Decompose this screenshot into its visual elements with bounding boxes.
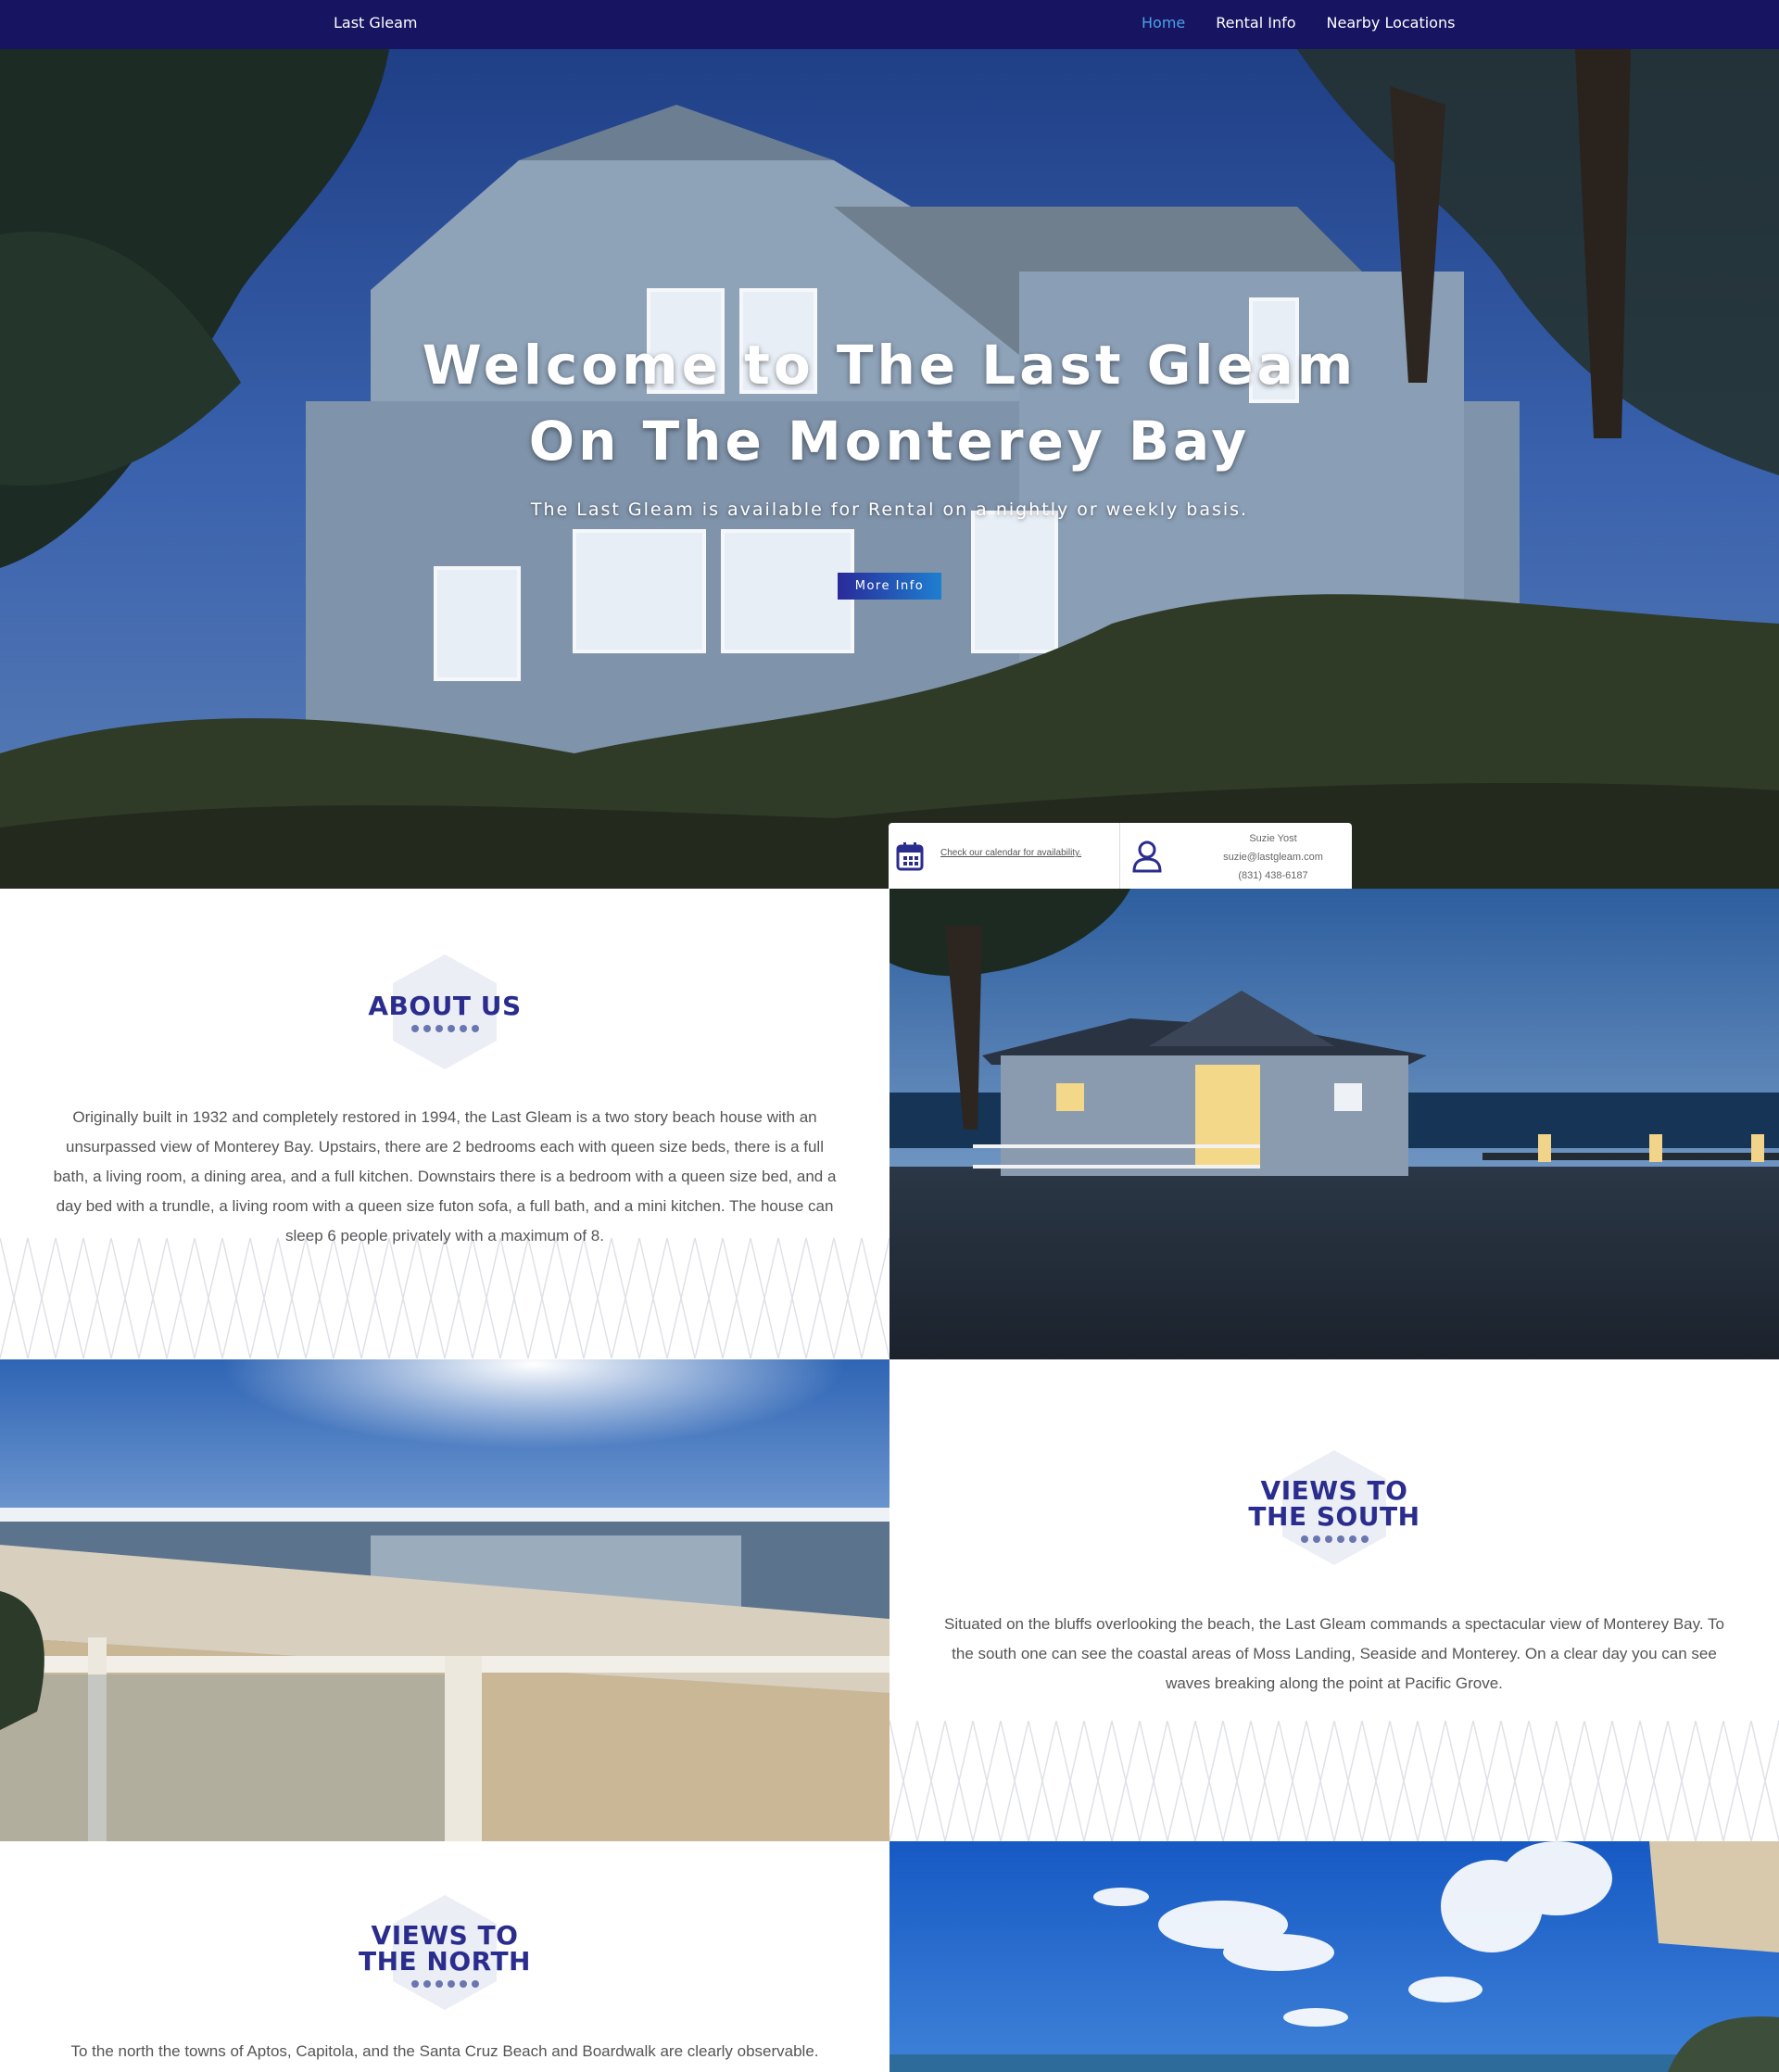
nav-link-nearby-locations[interactable]: Nearby Locations [1327,14,1456,32]
north-text: To the north the towns of Aptos, Capitol… [70,2042,819,2060]
contact-email[interactable]: suzie@lastgleam.com [1194,848,1352,866]
north-title-line1: VIEWS TO [371,1920,519,1951]
house-night-photo [890,889,1779,1359]
about-heading: ABOUT US [306,954,584,1069]
hero-title-line2: On The Monterey Bay [528,410,1251,473]
more-info-button[interactable]: More Info [838,573,941,600]
top-navbar: Last Gleam Home Rental Info Nearby Locat… [0,0,1779,49]
diamond-pattern [890,1721,1779,1841]
calendar-availability-link[interactable]: Check our calendar for availability. [940,848,1081,858]
nav-link-home[interactable]: Home [1142,14,1185,32]
contact-phone[interactable]: (831) 438-6187 [1194,866,1352,885]
diamond-pattern [0,1238,890,1358]
hero-section: Welcome to The Last Gleam On The Montere… [0,49,1779,889]
contact-details: Suzie Yost suzie@lastgleam.com (831) 438… [1194,829,1352,885]
dots-divider [306,1025,584,1032]
south-text: Situated on the bluffs overlooking the b… [944,1615,1724,1692]
south-title-line1: VIEWS TO [1260,1475,1408,1506]
nav-links: Home Rental Info Nearby Locations [1142,14,1455,32]
beach-view-photo [0,1359,890,1841]
nav-link-rental-info[interactable]: Rental Info [1216,14,1295,32]
about-text: Originally built in 1932 and completely … [53,1108,837,1244]
dots-divider [306,1980,584,1988]
dots-divider [1195,1535,1473,1543]
contact-panel: Suzie Yost suzie@lastgleam.com (831) 438… [1120,823,1352,889]
user-icon [1132,840,1162,873]
south-heading: VIEWS TO THE SOUTH [1195,1450,1473,1565]
about-title: ABOUT US [368,991,522,1021]
brand-logo[interactable]: Last Gleam [334,14,418,32]
north-heading: VIEWS TO THE NORTH [306,1895,584,2010]
north-sky-photo [890,1841,1779,2072]
south-title-line2: THE SOUTH [1248,1501,1420,1532]
contact-name: Suzie Yost [1249,833,1297,844]
hero-title-line1: Welcome to The Last Gleam [422,334,1357,397]
hero-subtitle: The Last Gleam is available for Rental o… [530,499,1249,520]
calendar-icon [896,842,924,871]
availability-panel: Check our calendar for availability. [889,823,1120,889]
north-title-line2: THE NORTH [359,1946,531,1977]
info-card: Check our calendar for availability. Suz… [889,823,1352,889]
hero-title: Welcome to The Last Gleam On The Montere… [0,327,1779,479]
